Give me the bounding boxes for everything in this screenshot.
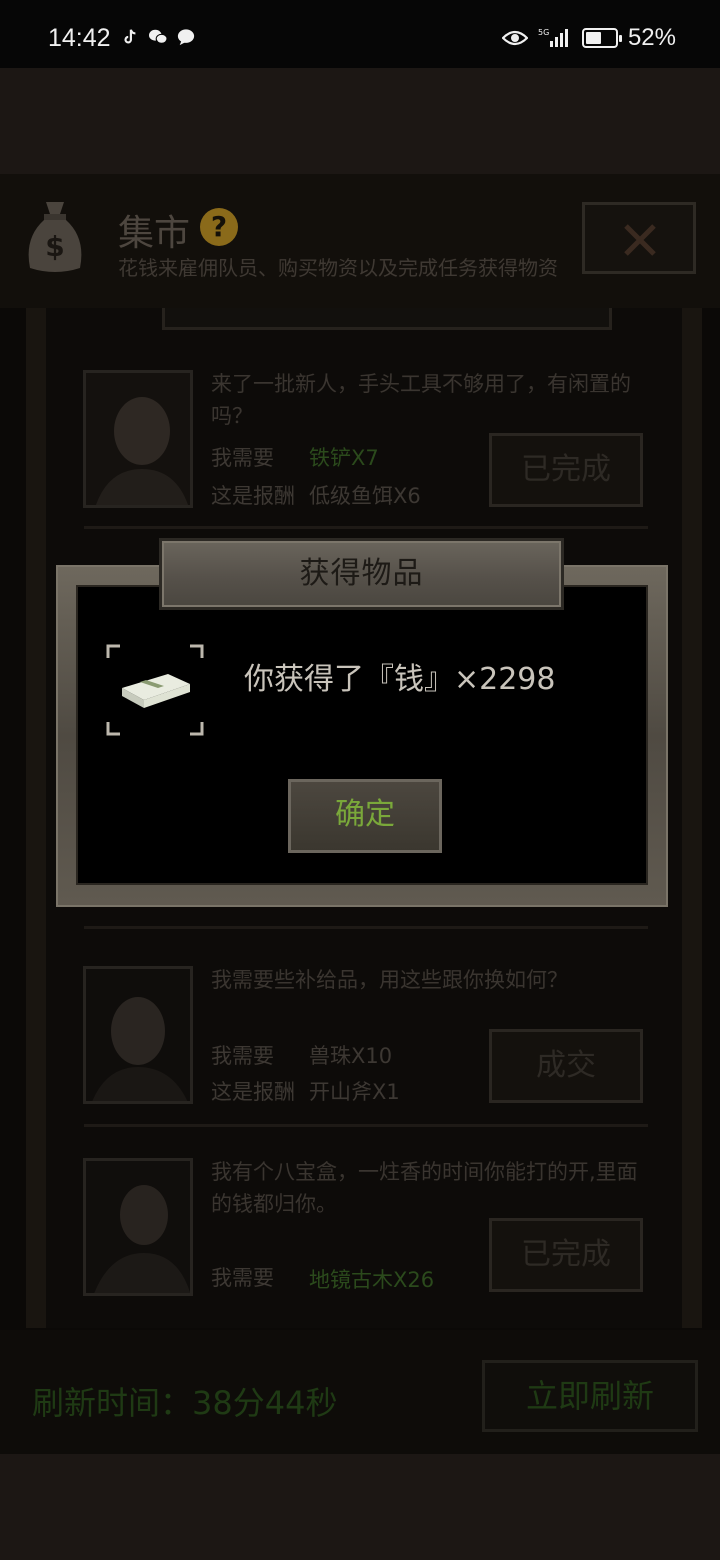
- notification-icons: [120, 28, 196, 46]
- need-label: 我需要: [211, 1044, 274, 1068]
- status-right: 5G 52%: [501, 24, 676, 52]
- battery-icon: [581, 28, 622, 48]
- reward-dialog-title: 获得物品: [299, 556, 424, 591]
- reward-value: 开山斧X1: [309, 1080, 400, 1104]
- status-time: 14:42: [48, 24, 111, 52]
- quest-action-button[interactable]: 成交: [489, 1029, 643, 1103]
- tiktok-icon: [124, 29, 136, 44]
- need-label: 我需要: [211, 446, 274, 470]
- list-item: 我有个八宝盒，一炷香的时间你能打的开,里面的钱都归你。 我需要 地镜古木X26 …: [83, 1158, 659, 1318]
- divider: [84, 526, 648, 529]
- money-bag-icon: $: [28, 202, 82, 272]
- status-bar: 14:42 5G 52%: [0, 0, 720, 68]
- battery-fill: [585, 32, 601, 44]
- need-value: 铁铲X7: [309, 446, 379, 470]
- quest-action-button[interactable]: 已完成: [489, 1218, 643, 1292]
- cash-stack-icon: [122, 674, 190, 708]
- divider: [84, 1124, 648, 1127]
- money-item-slot: [106, 644, 204, 736]
- page-subtitle: 花钱来雇佣队员、购买物资以及完成任务获得物资: [118, 256, 558, 280]
- eye-icon: [501, 30, 528, 46]
- reward-label: 这是报酬: [211, 484, 295, 508]
- npc-portrait: [83, 966, 193, 1104]
- quest-text: 我需要些补给品，用这些跟你换如何？: [211, 968, 568, 992]
- network-label: 5G: [538, 28, 549, 37]
- app-screen: 14:42 5G 52% $ 集市 ? 花钱来雇佣队员、购买物资以及完成任务获得…: [0, 0, 720, 1560]
- reward-label: 这是报酬: [211, 1080, 295, 1104]
- divider: [84, 926, 648, 929]
- list-item: 我需要些补给品，用这些跟你换如何？ 我需要 兽珠X10 这是报酬 开山斧X1 成…: [83, 966, 659, 1126]
- refresh-now-button[interactable]: 立即刷新: [482, 1360, 698, 1432]
- market-header: $ 集市 ? 花钱来雇佣队员、购买物资以及完成任务获得物资: [0, 174, 720, 308]
- help-icon[interactable]: ?: [200, 208, 238, 246]
- list-item: 来了一批新人，手头工具不够用了，有闲置的吗？ 我需要 铁铲X7 这是报酬 低级鱼…: [83, 370, 659, 530]
- quest-text: 来了一批新人，手头工具不够用了，有闲置的吗？: [211, 372, 631, 428]
- need-value: 兽珠X10: [309, 1044, 393, 1068]
- market-footer: 刷新时间：38分44秒 立即刷新: [0, 1330, 720, 1454]
- close-button[interactable]: [582, 202, 696, 274]
- need-label: 我需要: [211, 1266, 274, 1290]
- reward-dialog-header: 获得物品: [159, 538, 564, 610]
- confirm-button[interactable]: 确定: [288, 779, 442, 853]
- signal-icon: 5G: [538, 28, 568, 47]
- wechat-icon: [149, 29, 168, 44]
- close-icon: [624, 224, 656, 256]
- message-icon: [177, 29, 195, 46]
- need-value: 地镜古木X26: [309, 1268, 435, 1292]
- reward-message: 你获得了『钱』×2298: [244, 662, 556, 697]
- quest-text: 我有个八宝盒，一炷香的时间你能打的开,里面的钱都归你。: [211, 1160, 638, 1216]
- list-tab: [162, 308, 612, 330]
- refresh-timer: 刷新时间：38分44秒: [32, 1384, 338, 1422]
- svg-text:$: $: [45, 230, 64, 263]
- npc-portrait: [83, 1158, 193, 1296]
- reward-value: 低级鱼饵X6: [309, 484, 421, 508]
- battery-percent: 52%: [627, 24, 676, 51]
- page-title: 集市: [118, 213, 191, 254]
- quest-action-button[interactable]: 已完成: [489, 433, 643, 507]
- npc-portrait: [83, 370, 193, 508]
